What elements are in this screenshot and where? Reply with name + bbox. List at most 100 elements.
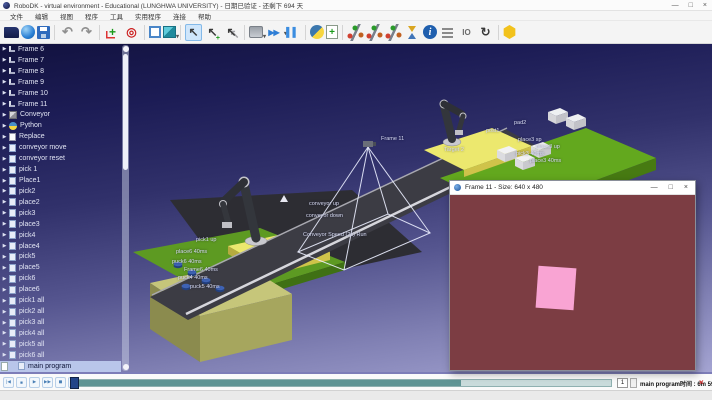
expander-icon[interactable] [0, 298, 9, 304]
expander-icon[interactable] [0, 46, 9, 52]
tree-scrollbar[interactable] [122, 45, 129, 371]
scene-label-puck5-40[interactable]: puck5 40ms [190, 284, 220, 290]
isometric-view-icon[interactable] [163, 26, 176, 38]
expander-icon[interactable] [0, 188, 9, 194]
scene-label-pad2[interactable]: pad2 [514, 120, 526, 126]
expander-icon[interactable] [0, 276, 9, 282]
sync-icon[interactable]: ↻ [477, 24, 494, 41]
undo-icon[interactable]: ↶ [59, 24, 76, 41]
expander-icon[interactable] [0, 123, 9, 129]
fast-forward-button[interactable]: ▶▶ [42, 377, 53, 388]
tree-item[interactable]: pick4 all [0, 328, 121, 339]
menu-item[interactable]: 帮助 [192, 11, 217, 21]
menu-item[interactable]: 连接 [167, 11, 192, 21]
multi-select-cursor-icon[interactable]: ↖ [223, 24, 240, 41]
tree-item[interactable]: pick2 [0, 186, 121, 197]
expander-icon[interactable] [0, 101, 9, 107]
tree-item[interactable]: pick5 [0, 252, 121, 263]
open-online-library-icon[interactable] [21, 25, 35, 39]
tree-item[interactable]: Conveyor [0, 110, 121, 121]
close-button[interactable]: × [703, 1, 707, 10]
timeline-track[interactable] [72, 379, 612, 387]
add-program-icon[interactable]: + [326, 25, 338, 39]
tree-item[interactable]: pick2 all [0, 306, 121, 317]
scene-label-post1[interactable]: post1 [486, 128, 499, 134]
station-info-icon[interactable]: i [423, 25, 437, 39]
tree-item[interactable]: pick6 [0, 273, 121, 284]
stop-button[interactable]: ■ [16, 377, 27, 388]
expander-icon[interactable] [0, 309, 9, 315]
camera-view-window[interactable]: Frame 11 - Size: 640 x 480 — □ × [449, 180, 696, 371]
speed-spinner[interactable] [630, 378, 637, 388]
export-simulation-icon[interactable] [249, 26, 263, 38]
expander-icon[interactable] [0, 90, 9, 96]
tree-item[interactable]: place4 [0, 241, 121, 252]
camera-close-button[interactable]: × [684, 184, 688, 191]
expander-icon[interactable] [0, 167, 9, 173]
tree-item[interactable]: pick1 all [0, 295, 121, 306]
expander-icon[interactable] [0, 320, 9, 326]
expander-icon[interactable] [0, 145, 9, 151]
scene-label-pick3-40[interactable]: pick3 40ms [516, 151, 544, 157]
tree-item[interactable]: pick5 all [0, 339, 121, 350]
expander-icon[interactable] [0, 68, 9, 74]
menu-item[interactable]: 工具 [104, 11, 129, 21]
scene-label-place3-sp[interactable]: place3 sp [518, 137, 542, 143]
separator[interactable] [342, 25, 343, 40]
redo-icon[interactable]: ↷ [78, 24, 95, 41]
io-monitor-icon[interactable]: IO [458, 24, 475, 41]
timeline-close-icon[interactable]: × [699, 378, 704, 387]
tree-item[interactable]: pick3 all [0, 317, 121, 328]
minimize-button[interactable]: — [672, 1, 679, 10]
tree-item[interactable]: pick4 [0, 230, 121, 241]
tree-item[interactable]: Frame 9 [0, 77, 121, 88]
expander-icon[interactable] [0, 352, 9, 358]
tree-item[interactable]: Frame 11 [0, 99, 121, 110]
tree-item[interactable]: conveyor reset [0, 153, 121, 164]
menu-item[interactable]: 程序 [79, 11, 104, 21]
tree-item[interactable]: Frame 8 [0, 66, 121, 77]
fast-simulation-icon[interactable]: ▶▶ [265, 24, 282, 41]
scene-label-frame6-40[interactable]: Frame6 40ms [184, 267, 218, 273]
fit-all-icon[interactable] [149, 26, 161, 38]
timeline-handle[interactable] [70, 377, 79, 389]
simulation-time-icon[interactable] [404, 24, 421, 41]
scene-label-conveyor-speed[interactable]: Conveyor Speed (2s) Run [303, 232, 367, 238]
scene-label-place3-40[interactable]: place3 40ms [530, 158, 561, 164]
simulation-speed-value[interactable]: 1 [617, 378, 628, 388]
expander-icon[interactable] [0, 287, 9, 293]
separator[interactable] [244, 25, 245, 40]
menu-item[interactable]: 编辑 [29, 11, 54, 21]
expander-icon[interactable] [0, 134, 9, 140]
separator[interactable] [180, 25, 181, 40]
menu-item[interactable]: 视图 [54, 11, 79, 21]
separator[interactable] [498, 25, 499, 40]
expander-icon[interactable] [0, 243, 9, 249]
play-button[interactable]: ▶ [29, 377, 40, 388]
separator[interactable] [305, 25, 306, 40]
tree-item[interactable]: place3 [0, 219, 121, 230]
scene-label-target2[interactable]: Target 2 [444, 147, 464, 153]
maximize-button[interactable]: □ [689, 1, 693, 10]
scene-label-place6-40[interactable]: place6 40ms [176, 249, 207, 255]
tree-item[interactable]: place5 [0, 262, 121, 273]
record-button[interactable]: ◼ [55, 377, 66, 388]
camera-minimize-button[interactable]: — [651, 184, 658, 191]
scene-label-puck4-40[interactable]: puck4 40ms [178, 275, 208, 281]
scene-label-pick1-up[interactable]: pick1 up [196, 237, 217, 243]
select-cursor-icon[interactable]: ↖ [185, 24, 202, 41]
robot-linkage-a-icon[interactable] [347, 24, 364, 41]
scrollbar-thumb[interactable] [123, 54, 128, 170]
robot-linkage-b-icon[interactable] [366, 24, 383, 41]
expander-icon[interactable] [0, 199, 9, 205]
expander-icon[interactable] [0, 79, 9, 85]
tree-item[interactable]: place2 [0, 197, 121, 208]
tree-item[interactable]: Replace [0, 131, 121, 142]
scene-label-place3-up[interactable]: place3 up [536, 144, 560, 150]
menu-item[interactable]: 文件 [4, 11, 29, 21]
station-parameters-icon[interactable] [439, 24, 456, 41]
save-station-icon[interactable] [37, 26, 50, 39]
camera-window-titlebar[interactable]: Frame 11 - Size: 640 x 480 — □ × [450, 181, 695, 195]
scene-label-conveyor-up[interactable]: conveyor up [309, 201, 339, 207]
separator[interactable] [144, 25, 145, 40]
